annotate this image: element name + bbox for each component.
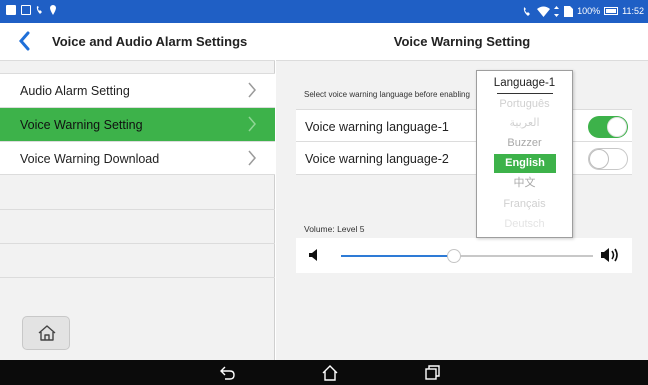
call-icon xyxy=(523,6,531,16)
voice-language-2-row[interactable]: Voice warning language-2 xyxy=(296,142,632,175)
status-bar: 100% 11:52 xyxy=(0,0,648,23)
dropdown-title: Language-1 xyxy=(493,77,556,89)
row-label: Voice warning language-1 xyxy=(305,120,449,134)
voice-language-1-row[interactable]: Voice warning language-1 xyxy=(296,109,632,142)
settings-menu: Audio Alarm Setting Voice Warning Settin… xyxy=(0,73,275,175)
chevron-right-icon xyxy=(248,116,256,132)
right-header: Voice Warning Setting xyxy=(276,23,648,61)
left-header: Voice and Audio Alarm Settings xyxy=(0,23,275,61)
data-arrows-icon xyxy=(554,5,560,17)
location-icon xyxy=(50,5,56,15)
dropdown-option[interactable]: Deutsch xyxy=(477,215,572,234)
volume-slider-thumb[interactable] xyxy=(447,249,462,263)
volume-high-icon[interactable] xyxy=(600,247,622,263)
dropdown-option-selected[interactable]: English xyxy=(494,154,556,173)
dropdown-option[interactable]: Français xyxy=(477,195,572,214)
home-button[interactable] xyxy=(22,316,70,350)
message-icon xyxy=(21,5,31,15)
menu-item-label: Voice Warning Download xyxy=(20,152,160,166)
empty-row xyxy=(0,210,275,244)
battery-percent: 100% xyxy=(577,6,601,16)
chevron-left-icon xyxy=(19,31,30,51)
no-sim-icon xyxy=(564,5,574,17)
notification-icon xyxy=(6,5,16,15)
dropdown-option[interactable]: Buzzer xyxy=(477,134,572,153)
back-button[interactable] xyxy=(18,31,40,53)
status-icons: 100% 11:52 xyxy=(523,5,644,17)
dropdown-option[interactable]: العربية xyxy=(477,114,572,133)
volume-low-icon[interactable] xyxy=(308,248,320,262)
phone-icon xyxy=(36,6,42,14)
right-panel-title: Voice Warning Setting xyxy=(393,34,531,49)
dropdown-title-underline xyxy=(497,93,553,94)
menu-item-voice-warning-download[interactable]: Voice Warning Download xyxy=(0,141,275,175)
battery-icon xyxy=(604,7,619,15)
voice-language-2-toggle[interactable] xyxy=(588,148,628,170)
left-panel-title: Voice and Audio Alarm Settings xyxy=(52,34,248,49)
home-icon xyxy=(38,325,56,341)
wifi-icon xyxy=(537,6,551,17)
dropdown-option[interactable]: Português xyxy=(477,95,572,114)
empty-row xyxy=(0,244,275,278)
left-panel: Voice and Audio Alarm Settings Audio Ala… xyxy=(0,23,275,360)
empty-list-rows xyxy=(0,209,275,278)
menu-item-label: Voice Warning Setting xyxy=(20,118,143,132)
clock: 11:52 xyxy=(622,6,644,16)
volume-slider-fill xyxy=(341,255,455,257)
volume-slider[interactable] xyxy=(341,249,593,263)
volume-label: Volume: Level 5 xyxy=(304,224,365,234)
home-nav-icon[interactable] xyxy=(322,365,338,381)
right-panel: Voice Warning Setting Select voice warni… xyxy=(276,23,648,360)
notification-icons xyxy=(6,5,57,15)
voice-language-1-toggle[interactable] xyxy=(588,116,628,138)
chevron-right-icon xyxy=(248,150,256,166)
volume-control xyxy=(296,238,632,273)
system-nav-bar xyxy=(0,360,648,385)
back-nav-icon[interactable] xyxy=(220,365,236,380)
row-label: Voice warning language-2 xyxy=(305,152,449,166)
menu-item-audio-alarm-setting[interactable]: Audio Alarm Setting xyxy=(0,73,275,107)
toggle-knob xyxy=(607,117,627,137)
language-dropdown[interactable]: Language-1 Português العربية Buzzer Engl… xyxy=(476,70,573,238)
dropdown-option[interactable]: 中文 xyxy=(477,174,572,193)
language-hint-text: Select voice warning language before ena… xyxy=(304,90,470,99)
chevron-right-icon xyxy=(248,82,256,98)
menu-item-voice-warning-setting[interactable]: Voice Warning Setting xyxy=(0,107,275,141)
menu-item-label: Audio Alarm Setting xyxy=(20,84,130,98)
recent-apps-icon[interactable] xyxy=(425,365,441,380)
toggle-knob xyxy=(589,149,609,169)
